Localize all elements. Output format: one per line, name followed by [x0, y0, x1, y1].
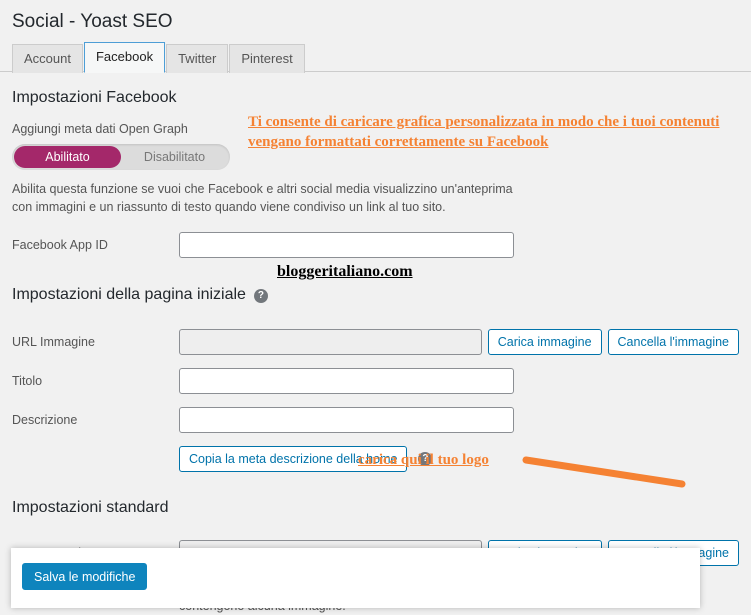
homepage-description-row: Descrizione	[12, 407, 739, 433]
facebook-app-id-label: Facebook App ID	[12, 238, 108, 252]
tab-twitter[interactable]: Twitter	[166, 44, 229, 73]
opengraph-description: Abilita questa funzione se vuoi che Face…	[12, 182, 513, 214]
bottom-save-panel: Salva le modifiche	[11, 548, 700, 608]
tab-pinterest[interactable]: Pinterest	[229, 44, 305, 73]
tab-account[interactable]: Account	[12, 44, 83, 73]
help-icon[interactable]: ?	[253, 289, 268, 303]
homepage-description-input[interactable]	[179, 407, 514, 433]
help-icon-copy-meta[interactable]: ?	[418, 452, 433, 466]
opengraph-toggle[interactable]: Abilitato Disabilitato	[12, 144, 230, 170]
homepage-clear-image-button[interactable]: Cancella l'immagine	[607, 329, 739, 355]
tab-bar: Account Facebook Twitter Pinterest	[0, 42, 751, 73]
toggle-option-disabled[interactable]: Disabilitato	[121, 146, 228, 168]
toggle-option-enabled[interactable]: Abilitato	[14, 146, 121, 168]
homepage-image-url-input[interactable]	[179, 329, 482, 355]
settings-content: Impostazioni Facebook Aggiungi meta dati…	[0, 72, 751, 615]
default-settings-heading: Impostazioni standard	[12, 499, 169, 516]
homepage-image-url-row: URL Immagine Carica immagine Cancella l'…	[12, 329, 739, 355]
homepage-image-url-label: URL Immagine	[12, 335, 95, 349]
homepage-title-input[interactable]	[179, 368, 514, 394]
homepage-description-label: Descrizione	[12, 413, 78, 427]
homepage-settings-heading: Impostazioni della pagina iniziale	[12, 286, 246, 303]
tab-facebook[interactable]: Facebook	[83, 42, 166, 73]
facebook-app-id-row: Facebook App ID	[12, 232, 739, 258]
homepage-title-label: Titolo	[12, 374, 43, 388]
homepage-title-row: Titolo	[12, 368, 739, 394]
save-changes-button[interactable]: Salva le modifiche	[22, 563, 148, 590]
copy-home-meta-description-button[interactable]: Copia la meta descrizione della home	[179, 446, 408, 472]
page-title: Social - Yoast SEO	[12, 11, 173, 32]
homepage-upload-image-button[interactable]: Carica immagine	[487, 329, 602, 355]
facebook-settings-heading: Impostazioni Facebook	[12, 89, 177, 106]
copy-meta-row: Copia la meta descrizione della home ?	[179, 446, 739, 472]
facebook-app-id-input[interactable]	[179, 232, 514, 258]
opengraph-label: Aggiungi meta dati Open Graph	[12, 122, 188, 136]
